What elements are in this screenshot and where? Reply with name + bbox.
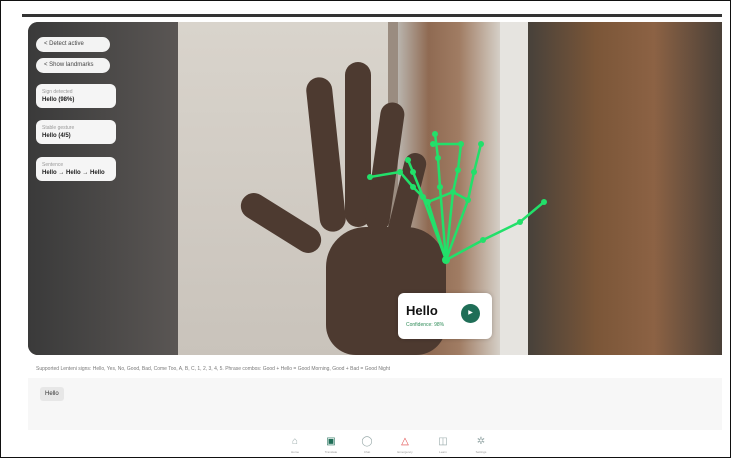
nav-emergency-label: Emergency [397,450,413,454]
sign-detected-label: Sign detected [42,89,73,95]
nav-learn[interactable]: ◫ Learn [428,436,458,458]
top-border [22,14,722,17]
hand-landmarks [367,131,547,264]
prediction-card: Hello Confidence: 98% ▶ [398,293,492,339]
nav-chat-label: Chat [363,450,371,454]
detect-toggle-button[interactable]: < Detect active [36,37,110,52]
stable-gesture-value: Hello (4/5) [42,133,71,139]
supported-signs-text: Supported Lenteni signs: Hello, Yes, No,… [36,366,391,372]
speak-button[interactable]: ▶ [461,304,480,323]
camera-icon: ▣ [326,436,336,447]
nav-translate[interactable]: ▣ Translate [316,436,346,458]
sentence-value: Hello → Hello → Hello [42,170,105,176]
nav-emergency[interactable]: △ Emergency [390,436,420,458]
sign-detected-value: Hello (98%) [42,97,75,103]
sentence-card: Sentence Hello → Hello → Hello [36,157,116,181]
nav-translate-label: Translate [324,450,338,454]
alert-icon: △ [401,436,409,447]
chat-icon: ◯ [361,436,373,447]
nav-chat[interactable]: ◯ Chat [352,436,382,458]
nav-settings[interactable]: ✲ Settings [466,436,496,458]
camera-view [28,22,722,355]
prediction-confidence: Confidence: 98% [406,322,445,328]
nav-settings-label: Settings [475,450,487,454]
book-icon: ◫ [438,436,448,447]
landmarks-toggle-button[interactable]: < Show landmarks [36,58,110,73]
sentence-chip[interactable]: Hello [40,387,64,401]
sentence-area: Hello [28,378,722,430]
prediction-word: Hello [406,303,438,318]
sentence-label: Sentence [42,162,64,168]
nav-learn-label: Learn [439,450,447,454]
stable-gesture-card: Stable gesture Hello (4/5) [36,120,116,144]
sign-detected-card: Sign detected Hello (98%) [36,84,116,108]
stable-gesture-label: Stable gesture [42,125,75,131]
bottom-nav: ⌂ Home ▣ Translate ◯ Chat △ Emergency ◫ … [280,436,500,458]
nav-home-label: Home [290,450,299,454]
settings-icon: ✲ [476,436,486,447]
nav-home[interactable]: ⌂ Home [280,436,310,458]
home-icon: ⌂ [291,436,299,447]
